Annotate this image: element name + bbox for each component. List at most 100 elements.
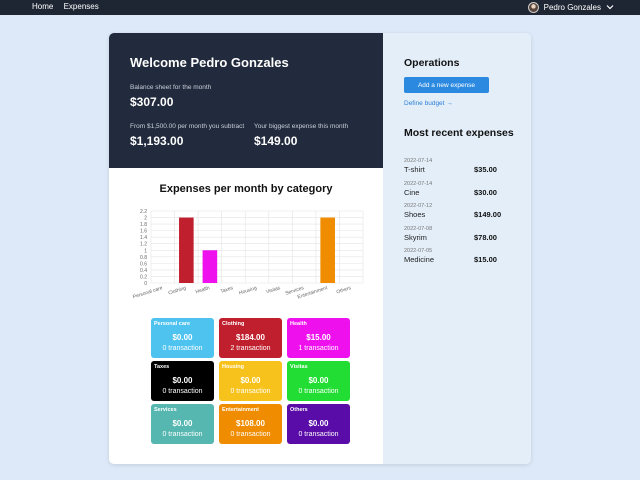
tile-transaction-count: 0 transaction (230, 431, 271, 438)
subtract-label: From $1,500.00 per month you subtract (130, 123, 245, 130)
biggest-expense-value: $149.00 (254, 134, 298, 148)
expense-amount: $149.00 (474, 210, 502, 219)
expense-name: T-shirt (404, 165, 425, 174)
tile-category-name: Health (290, 321, 307, 327)
tile-transaction-count: 0 transaction (298, 431, 339, 438)
y-tick-label: 1.2 (140, 242, 147, 248)
welcome-title: Welcome Pedro Gonzales (130, 55, 289, 70)
x-tick-label: Housing (238, 285, 258, 296)
y-tick-label: 2 (144, 216, 147, 222)
category-tile[interactable]: Personal care $0.00 0 transaction (151, 318, 214, 358)
list-item: 2022-07-14 Cine $30.00 (404, 181, 514, 203)
expenses-bar-chart: 00.20.40.60.811.21.41.61.822.2 Personal c… (132, 209, 364, 301)
expense-date: 2022-07-12 (404, 203, 433, 209)
y-tick-label: 0 (144, 281, 147, 287)
expense-amount: $15.00 (474, 255, 497, 264)
expense-date: 2022-07-08 (404, 225, 433, 232)
expense-amount: $30.00 (474, 187, 497, 197)
bar-clothing[interactable] (179, 217, 194, 283)
y-tick-label: 1.6 (140, 229, 147, 235)
tile-transaction-count: 0 transaction (162, 345, 203, 352)
tile-transaction-count: 0 transaction (298, 388, 339, 395)
tile-transaction-count: 0 transaction (162, 388, 203, 395)
user-name: Pedro Gonzales (543, 3, 601, 12)
tile-transaction-count: 0 transaction (230, 388, 271, 395)
balance-value: $307.00 (130, 95, 174, 109)
x-tick-label: Personal care (132, 285, 163, 300)
tile-transaction-count: 2 transaction (230, 345, 271, 352)
y-tick-label: 1.4 (140, 235, 147, 241)
y-tick-label: 2.2 (140, 209, 147, 215)
tile-amount: $0.00 (308, 419, 329, 428)
chevron-down-icon (606, 3, 614, 12)
category-tile[interactable]: Entertainment $108.00 0 transaction (219, 404, 282, 444)
expense-amount: $35.00 (474, 165, 497, 174)
category-tile[interactable]: Taxes $0.00 0 transaction (151, 361, 214, 401)
category-tile[interactable]: Services $0.00 0 transaction (151, 404, 214, 444)
operations-title: Operations (404, 57, 460, 69)
x-tick-label: Clothing (168, 285, 188, 296)
category-tile[interactable]: Visitas $0.00 0 transaction (287, 361, 350, 401)
expense-name: Medicine (404, 255, 435, 264)
tile-category-name: Taxes (154, 364, 170, 370)
user-menu[interactable]: Pedro Gonzales (527, 2, 614, 13)
x-tick-label: Health (195, 285, 211, 295)
list-item: 2022-07-14 T-shirt $35.00 (404, 158, 514, 180)
tile-amount: $184.00 (236, 333, 265, 342)
balance-label: Balance sheet for the month (130, 84, 212, 91)
operations-panel: Operations Add a new expense Define budg… (383, 33, 531, 464)
bar-health[interactable] (202, 250, 218, 283)
category-tile[interactable]: Housing $0.00 0 transaction (219, 361, 282, 401)
expense-name: Skyrim (404, 232, 427, 242)
y-tick-label: 1 (144, 248, 147, 254)
x-tick-label: Visitas (265, 285, 281, 295)
x-tick-label: Others (336, 285, 353, 295)
balance-header: Welcome Pedro Gonzales Balance sheet for… (109, 33, 383, 168)
tile-category-name: Others (290, 407, 308, 413)
list-item: 2022-07-08 Skyrim $78.00 (404, 226, 514, 248)
define-budget-link[interactable]: Define budget → (404, 100, 453, 107)
recent-expenses-title: Most recent expenses (404, 127, 514, 139)
tile-amount: $0.00 (172, 376, 193, 385)
expense-date: 2022-07-14 (404, 180, 433, 187)
tile-amount: $15.00 (306, 333, 331, 342)
category-tile[interactable]: Clothing $184.00 2 transaction (219, 318, 282, 358)
top-navbar: Home Expenses Pedro Gonzales (0, 0, 640, 15)
list-item: 2022-07-05 Medicine $15.00 (404, 248, 514, 270)
tile-category-name: Personal care (154, 321, 191, 327)
avatar (527, 2, 539, 13)
tile-amount: $0.00 (308, 376, 329, 385)
tile-category-name: Services (154, 407, 177, 413)
add-expense-button[interactable]: Add a new expense (404, 77, 489, 93)
tile-category-name: Clothing (222, 321, 245, 327)
expense-amount: $78.00 (474, 232, 497, 242)
y-tick-label: 0.6 (140, 261, 147, 267)
list-item: 2022-07-12 Shoes $149.00 (404, 203, 514, 225)
tile-amount: $0.00 (172, 419, 193, 428)
nav-home-link[interactable]: Home (32, 2, 53, 11)
tile-category-name: Visitas (290, 364, 308, 370)
tile-transaction-count: 1 transaction (298, 345, 339, 352)
y-tick-label: 0.4 (140, 268, 147, 274)
tile-amount: $108.00 (236, 419, 265, 428)
tile-transaction-count: 0 transaction (162, 431, 203, 438)
tile-category-name: Entertainment (222, 407, 259, 413)
expense-name: Cine (404, 187, 420, 197)
category-tile[interactable]: Others $0.00 0 transaction (287, 404, 350, 444)
subtract-value: $1,193.00 (130, 134, 184, 148)
nav-expenses-link[interactable]: Expenses (64, 2, 99, 11)
expense-date: 2022-07-14 (404, 158, 433, 164)
y-tick-label: 1.8 (140, 222, 147, 228)
y-tick-label: 0.8 (140, 255, 147, 261)
biggest-expense-label: Your biggest expense this month (254, 123, 349, 130)
tile-category-name: Housing (222, 364, 244, 370)
x-tick-label: Taxes (220, 285, 235, 295)
category-tile[interactable]: Health $15.00 1 transaction (287, 318, 350, 358)
summary-panel: Welcome Pedro Gonzales Balance sheet for… (109, 33, 383, 464)
bar-entertainment[interactable] (320, 217, 335, 283)
dashboard-card: Welcome Pedro Gonzales Balance sheet for… (109, 33, 531, 464)
nav-links: Home Expenses (32, 2, 107, 11)
y-tick-label: 0.2 (140, 274, 147, 280)
tile-amount: $0.00 (240, 376, 261, 385)
expense-date: 2022-07-05 (404, 248, 433, 254)
